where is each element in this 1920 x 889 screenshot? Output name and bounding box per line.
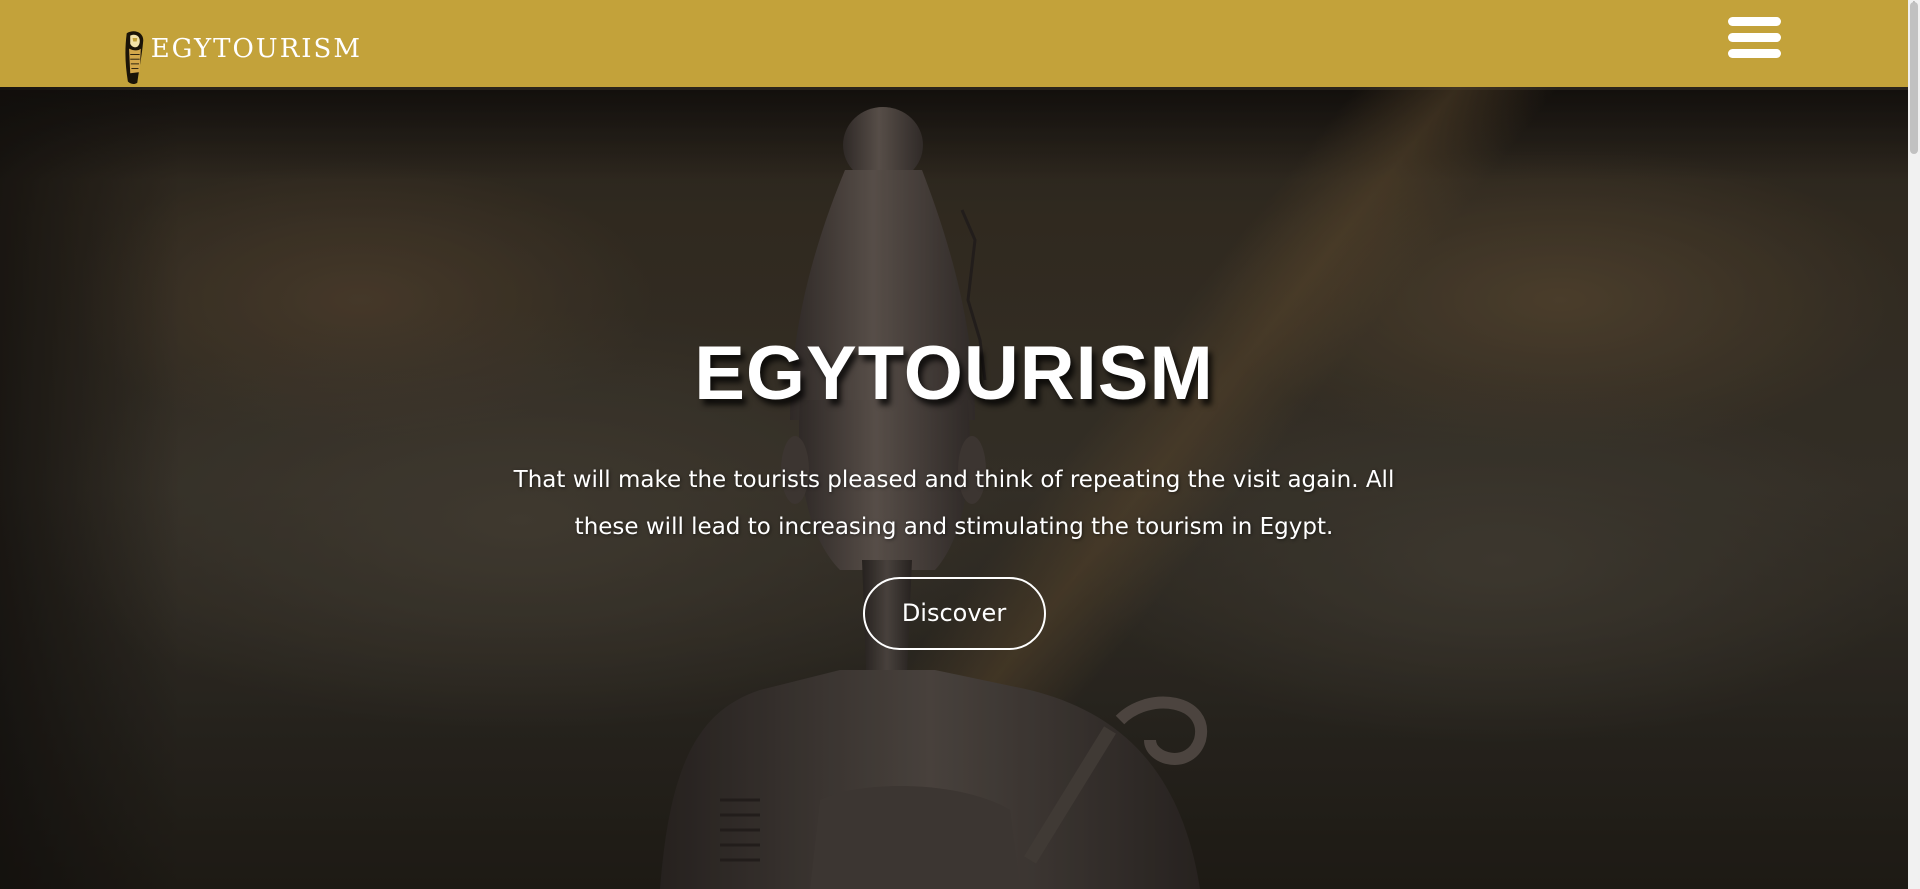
site-logo[interactable]: EGYTOURISM <box>122 12 362 104</box>
hero-content: EGYTOURISM That will make the tourists p… <box>0 330 1908 650</box>
site-header: EGYTOURISM <box>0 0 1908 87</box>
scroll-thumb[interactable] <box>1910 2 1918 154</box>
menu-bar-middle <box>1728 33 1781 42</box>
hero-title: EGYTOURISM <box>694 331 1214 416</box>
menu-bar-bottom <box>1728 49 1781 58</box>
logo-text: EGYTOURISM <box>150 34 362 64</box>
discover-button[interactable]: Discover <box>862 577 1046 650</box>
page-scrollbar[interactable]: ▲ <box>1908 0 1920 889</box>
hamburger-menu-icon[interactable] <box>1728 17 1781 61</box>
menu-bar-top <box>1728 17 1781 26</box>
mummy-sarcophagus-icon <box>125 31 144 84</box>
hero-description: That will make the tourists pleased and … <box>513 467 1395 540</box>
